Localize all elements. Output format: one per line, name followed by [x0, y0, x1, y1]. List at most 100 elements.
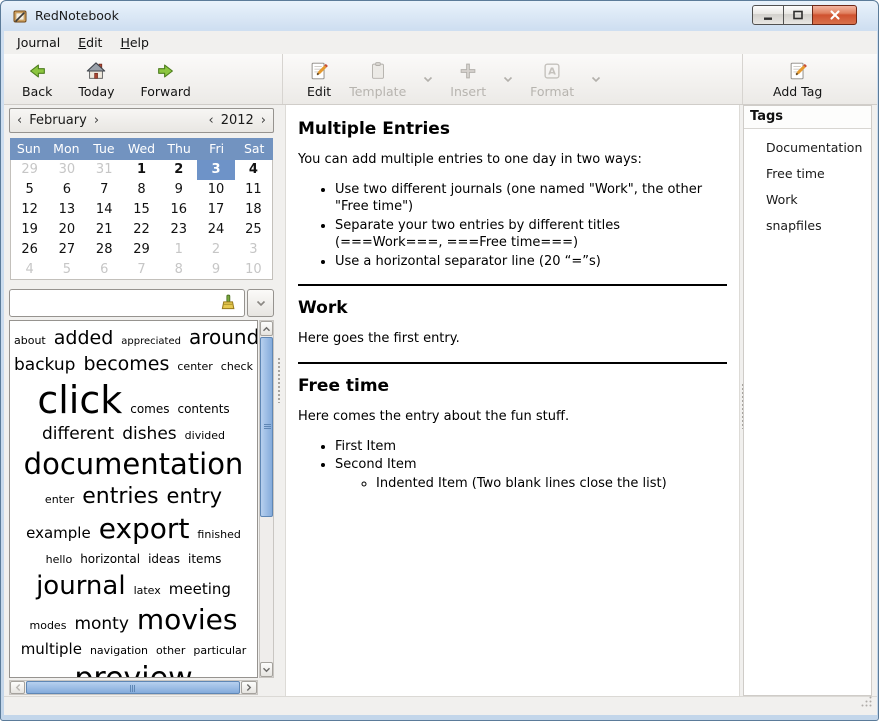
calendar-day[interactable]: 15 — [123, 200, 160, 220]
horizontal-scroll-thumb[interactable] — [26, 681, 240, 694]
menu-help[interactable]: Help — [111, 32, 158, 53]
calendar-day[interactable]: 31 — [86, 160, 123, 180]
cloud-word[interactable]: navigation — [90, 644, 148, 657]
calendar-day[interactable]: 20 — [48, 220, 85, 240]
titlebar[interactable]: RedNotebook — [1, 1, 878, 31]
calendar-day[interactable]: 19 — [11, 220, 48, 240]
cloud-word[interactable]: hello — [46, 553, 73, 566]
cloud-word[interactable]: center — [177, 360, 212, 373]
cloud-word[interactable]: ideas — [148, 552, 180, 566]
calendar-day[interactable]: 27 — [48, 240, 85, 260]
cloud-word[interactable]: backup — [14, 355, 75, 375]
calendar-day[interactable]: 21 — [86, 220, 123, 240]
calendar-day[interactable]: 13 — [48, 200, 85, 220]
close-button[interactable] — [812, 5, 857, 25]
search-input[interactable] — [9, 289, 245, 317]
calendar-day[interactable]: 17 — [197, 200, 234, 220]
calendar-day[interactable]: 1 — [160, 240, 197, 260]
cloud-word[interactable]: entries — [82, 484, 158, 509]
calendar-day[interactable]: 2 — [197, 240, 234, 260]
cloud-word[interactable]: around — [189, 325, 258, 349]
calendar-day[interactable]: 26 — [11, 240, 48, 260]
cloud-word[interactable]: comes — [130, 402, 169, 416]
calendar-day[interactable]: 11 — [235, 180, 272, 200]
calendar-day[interactable]: 5 — [11, 180, 48, 200]
cloud-word[interactable]: modes — [30, 619, 67, 632]
calendar-day[interactable]: 30 — [48, 160, 85, 180]
cloud-word[interactable]: divided — [185, 429, 225, 442]
cloud-word[interactable]: particular — [193, 644, 246, 657]
calendar-day[interactable]: 3 — [235, 240, 272, 260]
calendar-day[interactable]: 4 — [11, 260, 48, 280]
cloud-word[interactable]: meeting — [169, 580, 231, 598]
cloud-word[interactable]: documentation — [24, 447, 244, 481]
calendar-day[interactable]: 6 — [48, 180, 85, 200]
today-button[interactable]: Today — [72, 57, 120, 101]
calendar-day[interactable]: 18 — [235, 200, 272, 220]
calendar-day[interactable]: 3 — [197, 160, 234, 180]
calendar-day[interactable]: 7 — [86, 180, 123, 200]
cloud-word[interactable]: movies — [137, 603, 238, 636]
next-year-button[interactable]: › — [254, 113, 273, 128]
cloud-word[interactable]: preview — [74, 661, 192, 678]
calendar-day[interactable]: 5 — [48, 260, 85, 280]
cloud-word[interactable]: items — [188, 552, 221, 566]
add-tag-button[interactable]: Add Tag — [767, 57, 828, 101]
cloud-word[interactable]: check — [221, 360, 253, 373]
resize-grip-icon[interactable] — [860, 693, 873, 712]
cloud-word[interactable]: horizontal — [80, 552, 140, 566]
cloud-word[interactable]: contents — [177, 402, 229, 416]
search-dropdown-button[interactable] — [247, 289, 274, 317]
scroll-left-button[interactable] — [10, 681, 25, 694]
cloud-word[interactable]: becomes — [83, 353, 169, 375]
scroll-right-button[interactable] — [241, 681, 257, 694]
calendar-day[interactable]: 4 — [235, 160, 272, 180]
cloud-word[interactable]: appreciated — [121, 336, 181, 347]
tag-item[interactable]: Documentation — [744, 137, 871, 158]
cloud-word[interactable]: entry — [167, 484, 223, 508]
cloud-word[interactable]: export — [99, 512, 190, 545]
cloud-word[interactable]: example — [26, 524, 91, 542]
cloud-word[interactable]: multiple — [21, 640, 82, 658]
cloud-word[interactable]: dishes — [122, 424, 176, 444]
calendar-day[interactable]: 29 — [11, 160, 48, 180]
prev-month-button[interactable]: ‹ — [10, 113, 29, 128]
left-splitter-handle[interactable] — [277, 357, 281, 403]
calendar-day[interactable]: 1 — [123, 160, 160, 180]
calendar-day[interactable]: 28 — [86, 240, 123, 260]
cloud-word[interactable]: journal — [36, 571, 125, 601]
cloud-word[interactable]: click — [37, 378, 122, 422]
cloud-word[interactable]: monty — [74, 614, 128, 634]
calendar-day[interactable]: 12 — [11, 200, 48, 220]
calendar-day[interactable]: 25 — [235, 220, 272, 240]
calendar-day[interactable]: 24 — [197, 220, 234, 240]
calendar-day[interactable]: 8 — [123, 180, 160, 200]
cloud-word[interactable]: different — [42, 424, 114, 444]
maximize-button[interactable] — [783, 5, 813, 25]
scroll-up-button[interactable] — [260, 321, 273, 336]
tag-item[interactable]: Free time — [744, 163, 871, 184]
menu-edit[interactable]: Edit — [69, 32, 111, 53]
calendar-day[interactable]: 29 — [123, 240, 160, 260]
forward-button[interactable]: Forward — [135, 57, 197, 101]
clear-search-icon[interactable] — [219, 294, 239, 312]
next-month-button[interactable]: › — [87, 113, 106, 128]
prev-year-button[interactable]: ‹ — [202, 113, 221, 128]
calendar-day[interactable]: 6 — [86, 260, 123, 280]
cloud-word[interactable]: enter — [45, 493, 74, 506]
calendar-day[interactable]: 8 — [160, 260, 197, 280]
calendar-day[interactable]: 9 — [197, 260, 234, 280]
cloud-word[interactable]: other — [156, 644, 185, 657]
calendar-day[interactable]: 10 — [235, 260, 272, 280]
calendar-day[interactable]: 10 — [197, 180, 234, 200]
cloud-horizontal-scrollbar[interactable] — [9, 680, 258, 695]
calendar-day[interactable]: 2 — [160, 160, 197, 180]
cloud-vertical-scrollbar[interactable] — [259, 320, 274, 678]
calendar-day[interactable]: 7 — [123, 260, 160, 280]
cloud-word[interactable]: latex — [134, 584, 161, 597]
tag-item[interactable]: Work — [744, 189, 871, 210]
cloud-word[interactable]: about — [14, 334, 46, 347]
back-button[interactable]: Back — [16, 57, 58, 101]
scroll-down-button[interactable] — [260, 662, 273, 677]
calendar-day[interactable]: 16 — [160, 200, 197, 220]
